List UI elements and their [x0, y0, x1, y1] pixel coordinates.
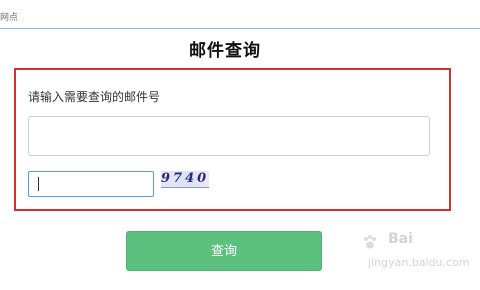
page-title: 邮件查询: [189, 41, 261, 61]
watermark: Bai jingyan.baidu.com: [358, 232, 474, 278]
top-bar-text: 网点: [0, 13, 19, 23]
tracking-number-label: 请输入需要查询的邮件号: [28, 90, 161, 104]
query-panel: 请输入需要查询的邮件号 9740: [14, 68, 451, 211]
tracking-number-input[interactable]: [28, 116, 430, 156]
query-button[interactable]: 查询: [126, 231, 322, 271]
top-bar: 网点: [0, 0, 480, 29]
paw-icon: [364, 235, 376, 249]
watermark-brand: Bai: [388, 231, 413, 247]
watermark-url: jingyan.baidu.com: [368, 256, 470, 269]
captcha-input[interactable]: [28, 171, 154, 197]
text-cursor: [38, 177, 39, 191]
captcha-image[interactable]: 9740: [161, 171, 209, 188]
